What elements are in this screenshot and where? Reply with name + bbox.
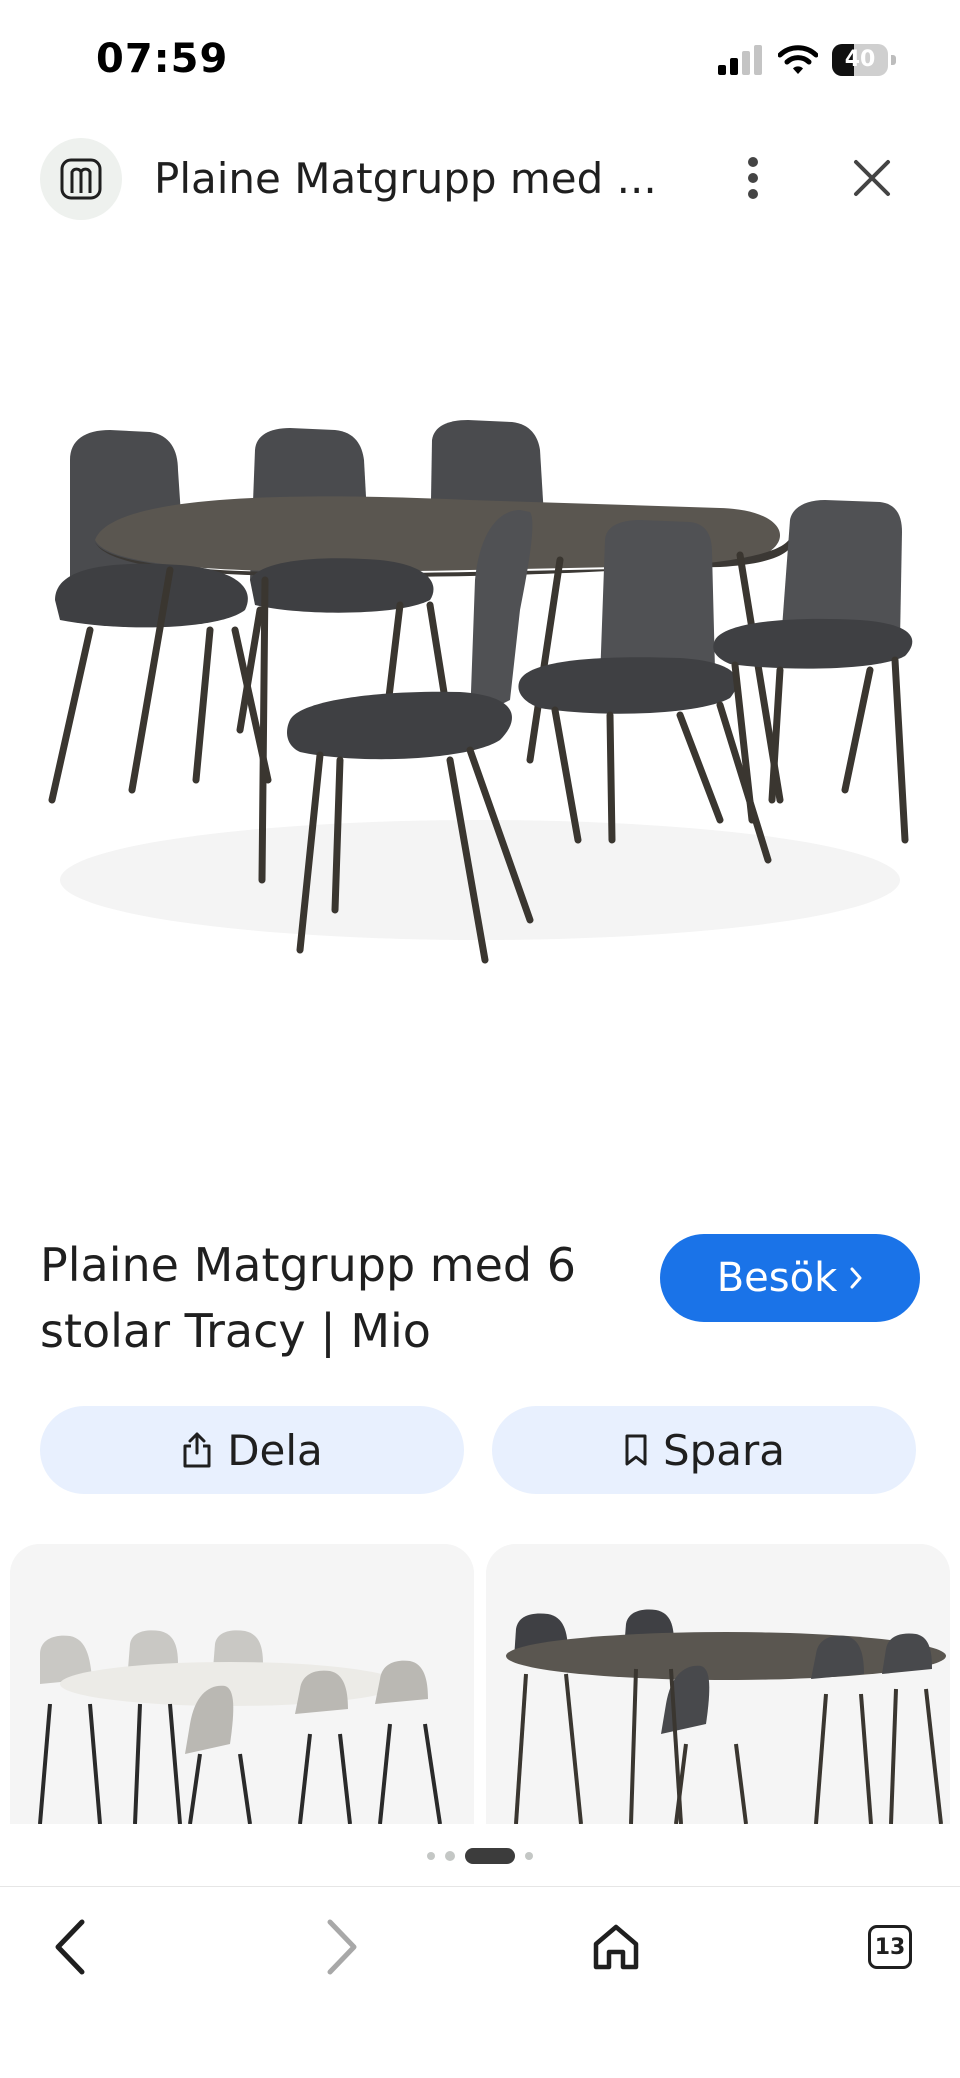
product-image[interactable] (0, 260, 960, 1190)
page-header: Plaine Matgrupp med ... (0, 128, 960, 228)
status-time: 07:59 (96, 36, 229, 82)
tabs-icon: 13 (868, 1925, 912, 1969)
product-title: Plaine Matgrupp med 6 stolar Tracy | Mio (40, 1238, 576, 1358)
close-icon (854, 160, 890, 196)
status-icons: 40 (718, 44, 896, 76)
battery-icon: 40 (832, 44, 896, 76)
chevron-right-icon (327, 1919, 357, 1975)
page-indicator (0, 1846, 960, 1866)
page-dot (427, 1852, 435, 1860)
wifi-icon (778, 45, 818, 74)
header-title: Plaine Matgrupp med ... (154, 154, 657, 203)
browser-nav-bar: 13 (0, 1886, 960, 2007)
save-label: Spara (662, 1425, 786, 1475)
mio-logo-icon (60, 158, 102, 200)
more-options-button[interactable] (730, 148, 776, 208)
page-dot (525, 1852, 533, 1860)
cellular-signal-icon (718, 45, 762, 75)
site-logo-icon[interactable] (40, 138, 122, 220)
home-button[interactable] (576, 1907, 656, 1987)
tabs-button[interactable]: 13 (850, 1907, 930, 1987)
related-image-card[interactable] (10, 1544, 474, 1824)
dining-set-illustration (48, 420, 913, 964)
save-button[interactable]: Spara (492, 1406, 916, 1494)
forward-button[interactable] (302, 1907, 382, 1987)
related-image-card[interactable] (486, 1544, 950, 1824)
related-image-light-set (10, 1544, 474, 1824)
related-image-dark-set (486, 1544, 950, 1824)
battery-cap (891, 55, 896, 65)
visit-label: Besök (716, 1255, 838, 1301)
status-bar: 07:59 40 (0, 0, 960, 120)
visit-button[interactable]: Besök (660, 1234, 920, 1322)
chevron-right-icon (850, 1267, 862, 1289)
home-icon (593, 1924, 639, 1970)
share-button[interactable]: Dela (40, 1406, 464, 1494)
more-vertical-icon (748, 157, 758, 199)
share-icon (183, 1432, 211, 1468)
back-button[interactable] (30, 1907, 110, 1987)
share-label: Dela (227, 1425, 323, 1475)
page-dot (445, 1851, 455, 1861)
bookmark-icon (625, 1434, 647, 1466)
close-button[interactable] (842, 148, 902, 208)
chevron-left-icon (55, 1919, 85, 1975)
battery-level: 40 (844, 47, 876, 72)
page-dot-active (465, 1848, 515, 1864)
